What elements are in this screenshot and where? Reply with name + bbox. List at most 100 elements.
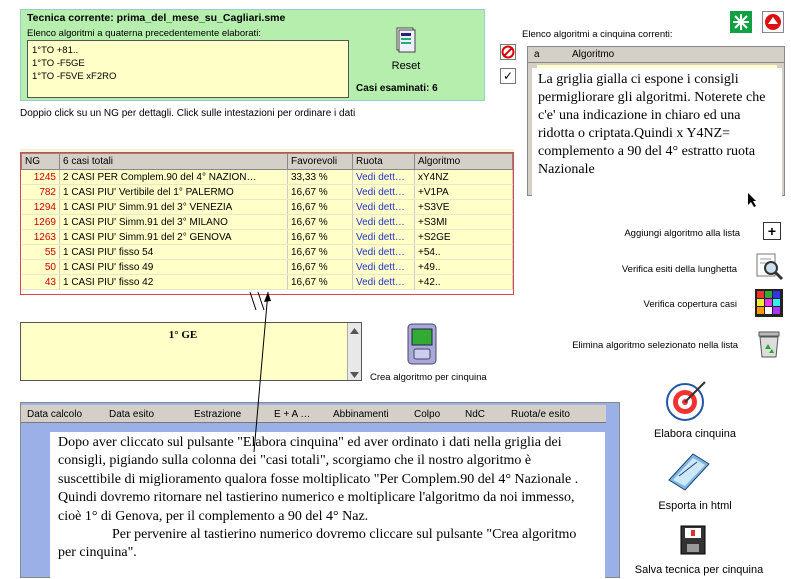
casi-cell: 1 CASI PIU' Simm.91 del 2° GENOVA xyxy=(59,229,288,245)
technique-panel: Tecnica corrente: prima_del_mese_su_Cagl… xyxy=(20,9,485,101)
casi-cell: 1 CASI PIU' fisso 49 xyxy=(59,259,288,275)
column-header-e-a[interactable]: E + A … xyxy=(274,409,310,420)
sparkle-icon[interactable] xyxy=(730,11,752,33)
favorevoli-cell: 16,67 % xyxy=(287,244,353,260)
ruota-link[interactable]: Vedi dett… xyxy=(352,274,415,290)
list-item[interactable]: 1°TO +81.. xyxy=(32,44,344,57)
list-item[interactable]: 1°TO -F5GE xyxy=(32,57,344,70)
table-row[interactable]: 1294 1 CASI PIU' Simm.91 del 3° VENEZIA 16… xyxy=(21,199,513,215)
column-header-estrazione[interactable]: Estrazione xyxy=(194,409,241,420)
annotation-bottom: Dopo aver cliccato sul pulsante "Elabora… xyxy=(50,432,605,578)
reset-icon xyxy=(396,27,416,53)
advice-grid[interactable]: NG 6 casi totali Favorevoli Ruota Algori… xyxy=(20,152,514,295)
column-header-ng[interactable]: NG xyxy=(21,153,60,170)
ng-cell: 55 xyxy=(21,244,60,260)
column-header-ruota-esito[interactable]: Ruota/e esito xyxy=(511,409,570,420)
casi-cell: 1 CASI PIU' fisso 54 xyxy=(59,244,288,260)
up-arrow-icon xyxy=(765,14,781,30)
column-header-algoritmo[interactable]: Algoritmo xyxy=(414,153,513,170)
ng-scrollbar[interactable] xyxy=(347,323,361,380)
algoritmo-cell: +V1PA xyxy=(414,184,513,200)
remove-button[interactable] xyxy=(500,44,516,60)
algoritmo-cell: +42.. xyxy=(414,274,513,290)
column-header-ndc[interactable]: NdC xyxy=(465,409,485,420)
table-row[interactable]: 43 1 CASI PIU' fisso 42 16,67 % Vedi dett… +… xyxy=(21,274,513,290)
algoritmo-cell: +S3MI xyxy=(414,214,513,230)
add-algorithm-button[interactable]: + xyxy=(763,222,781,240)
algoritmo-cell: xY4NZ xyxy=(414,169,513,185)
salva-label: Salva tecnica per cinquina xyxy=(634,564,764,576)
column-header-data-esito[interactable]: Data esito xyxy=(109,409,154,420)
favorevoli-cell: 16,67 % xyxy=(287,214,353,230)
reset-button[interactable]: Reset xyxy=(376,25,436,75)
create-algorithm-button[interactable] xyxy=(405,322,441,365)
elabora-label: Elabora cinquina xyxy=(654,428,736,440)
column-header-ruota[interactable]: Ruota xyxy=(352,153,415,170)
ng-cell: 1263 xyxy=(21,229,60,245)
cases-examined-label: Casi esaminati: 6 xyxy=(356,83,438,94)
color-grid-icon[interactable] xyxy=(755,289,783,317)
column-header-casi-totali[interactable]: 6 casi totali xyxy=(59,153,288,170)
ng-cell: 1294 xyxy=(21,199,60,215)
create-algorithm-label: Crea algoritmo per cinquina xyxy=(370,372,487,383)
current-algorithms-caption: Elenco algoritmi a cinquina correnti: xyxy=(522,29,673,40)
column-header-a[interactable]: a xyxy=(534,49,540,60)
algoritmo-cell: +49.. xyxy=(414,259,513,275)
mouse-cursor-icon xyxy=(748,193,756,210)
table-row[interactable]: 1263 1 CASI PIU' Simm.91 del 2° GENOVA 16,… xyxy=(21,229,513,245)
table-row[interactable]: 782 1 CASI PIU' Vertibile del 1° PALERMO 1… xyxy=(21,184,513,200)
list-item[interactable]: 1°TO -F5VE xF2RO xyxy=(32,70,344,83)
table-row[interactable]: 55 1 CASI PIU' fisso 54 16,67 % Vedi dett… +… xyxy=(21,244,513,260)
verify-outcomes-label: Verifica esiti della lunghetta xyxy=(621,264,737,275)
column-header-favorevoli[interactable]: Favorevoli xyxy=(287,153,353,170)
previous-algorithms-list[interactable]: 1°TO +81.. 1°TO -F5GE 1°TO -F5VE xF2RO xyxy=(27,40,349,98)
export-icon[interactable] xyxy=(665,450,713,494)
ruota-link[interactable]: Vedi dett… xyxy=(352,169,415,185)
table-row[interactable]: 50 1 CASI PIU' fisso 49 16,67 % Vedi dett… +… xyxy=(21,259,513,275)
column-header-abbinamenti[interactable]: Abbinamenti xyxy=(333,409,389,420)
ng-value: 1° GE xyxy=(168,329,198,341)
algoritmo-cell: +S3VE xyxy=(414,199,513,215)
column-header-algoritmo[interactable]: Algoritmo xyxy=(572,49,614,60)
scroll-down-icon[interactable] xyxy=(350,370,359,381)
annotation-right: La griglia gialla ci espone i consigli p… xyxy=(532,68,782,196)
recycle-bin-icon[interactable] xyxy=(755,329,781,358)
ruota-link[interactable]: Vedi dett… xyxy=(352,244,415,260)
annotation-paragraph: Per pervenire al tastierino numerico dov… xyxy=(58,527,577,561)
casi-cell: 1 CASI PIU' Simm.91 del 3° MILANO xyxy=(59,214,288,230)
check-icon[interactable]: ✓ xyxy=(500,68,516,84)
column-header-data-calcolo[interactable]: Data calcolo xyxy=(27,409,82,420)
casi-cell: 1 CASI PIU' Vertibile del 1° PALERMO xyxy=(59,184,288,200)
save-disk-icon[interactable] xyxy=(677,524,711,560)
ruota-link[interactable]: Vedi dett… xyxy=(352,229,415,245)
technique-title: Tecnica corrente: prima_del_mese_su_Cagl… xyxy=(27,12,286,24)
target-icon[interactable] xyxy=(665,378,709,422)
table-row[interactable]: 1245 2 CASI PER Complem.90 del 4° NAZION…… xyxy=(21,169,513,185)
table-row[interactable]: 1269 1 CASI PIU' Simm.91 del 3° MILANO 16,… xyxy=(21,214,513,230)
up-arrow-button[interactable] xyxy=(762,11,784,33)
esporta-label: Esporta in html xyxy=(658,500,732,512)
favorevoli-cell: 33,33 % xyxy=(287,169,353,185)
ng-detail-panel[interactable]: 1° GE xyxy=(20,322,362,381)
ruota-link[interactable]: Vedi dett… xyxy=(352,199,415,215)
star-burst-icon xyxy=(733,14,749,30)
algorithms-grid-header: a Algoritmo xyxy=(528,47,784,63)
grid-hint: Doppio click su un NG per dettagli. Clic… xyxy=(20,108,356,119)
annotation-paragraph: Dopo aver cliccato sul pulsante "Elabora… xyxy=(58,435,579,524)
delete-algorithm-label: Elimina algoritmo selezionato nella list… xyxy=(572,340,738,351)
column-header-colpo[interactable]: Colpo xyxy=(414,409,440,420)
ng-cell: 43 xyxy=(21,274,60,290)
ruota-link[interactable]: Vedi dett… xyxy=(352,214,415,230)
magnifier-icon[interactable] xyxy=(755,252,784,281)
previous-algorithms-caption: Elenco algoritmi a quaterna precedenteme… xyxy=(27,28,261,39)
favorevoli-cell: 16,67 % xyxy=(287,199,353,215)
favorevoli-cell: 16,67 % xyxy=(287,259,353,275)
ruota-link[interactable]: Vedi dett… xyxy=(352,184,415,200)
favorevoli-cell: 16,67 % xyxy=(287,184,353,200)
reset-label: Reset xyxy=(391,60,421,72)
ng-cell: 1269 xyxy=(21,214,60,230)
pda-icon xyxy=(407,323,437,365)
ruota-link[interactable]: Vedi dett… xyxy=(352,259,415,275)
scroll-up-icon[interactable] xyxy=(350,326,359,337)
casi-cell: 2 CASI PER Complem.90 del 4° NAZION… xyxy=(59,169,288,185)
